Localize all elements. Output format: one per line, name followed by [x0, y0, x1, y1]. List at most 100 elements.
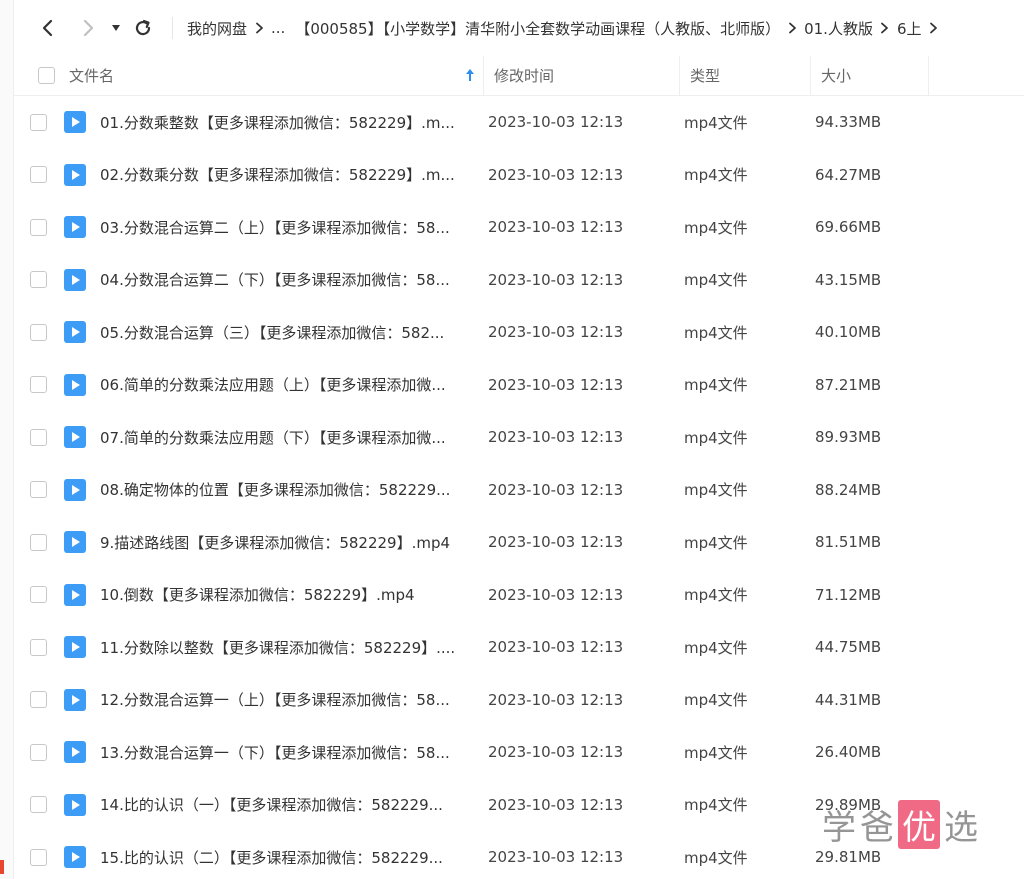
- chevron-left-icon: [42, 19, 53, 37]
- file-type: mp4文件: [684, 376, 748, 395]
- column-header-name[interactable]: 文件名: [14, 55, 484, 96]
- file-size: 44.31MB: [815, 690, 882, 709]
- table-row[interactable]: 05.分数混合运算（三）【更多课程添加微信：582... 2023-10-03 …: [14, 306, 1024, 359]
- video-file-icon: [64, 741, 86, 764]
- table-header: 文件名 修改时间 类型 大小: [14, 55, 1024, 96]
- watermark-highlight-char: 优: [898, 800, 940, 849]
- file-modified-time: 2023-10-03 12:13: [488, 743, 624, 762]
- file-modified-time: 2023-10-03 12:13: [488, 795, 624, 814]
- row-checkbox[interactable]: [30, 796, 47, 814]
- breadcrumb-item-edition[interactable]: 01.人教版: [804, 18, 873, 39]
- column-header-size-label: 大小: [821, 67, 852, 85]
- nav-divider: [172, 17, 173, 39]
- file-size: 26.40MB: [815, 743, 882, 762]
- file-name[interactable]: 13.分数混合运算一（下）【更多课程添加微信：58...: [100, 742, 478, 763]
- chevron-right-icon: [873, 22, 897, 34]
- row-checkbox[interactable]: [30, 848, 47, 866]
- file-size: 44.75MB: [815, 638, 882, 657]
- forward-button[interactable]: [74, 13, 104, 43]
- file-size: 87.21MB: [815, 375, 882, 394]
- watermark-char: 学: [822, 808, 856, 848]
- file-modified-time: 2023-10-03 12:13: [488, 480, 624, 499]
- file-name[interactable]: 14.比的认识（一）【更多课程添加微信：582229...: [100, 794, 478, 815]
- file-name[interactable]: 9.描述路线图【更多课程添加微信：582229】.mp4: [100, 532, 478, 553]
- file-type: mp4文件: [684, 271, 748, 290]
- breadcrumb-item-course[interactable]: 【000585】【小学数学】清华附小全套数学动画课程（人教版、北师版）: [295, 18, 780, 39]
- video-file-icon: [64, 321, 86, 344]
- file-name[interactable]: 03.分数混合运算二（上）【更多课程添加微信：58...: [100, 217, 478, 238]
- column-header-type[interactable]: 类型: [680, 55, 811, 96]
- select-all-checkbox[interactable]: [38, 67, 55, 84]
- file-modified-time: 2023-10-03 12:13: [488, 585, 624, 604]
- refresh-icon: [135, 19, 151, 36]
- table-row[interactable]: 07.简单的分数乘法应用题（下）【更多课程添加微... 2023-10-03 1…: [14, 411, 1024, 464]
- breadcrumb-item-current[interactable]: 6上: [897, 18, 922, 39]
- table-row[interactable]: 11.分数除以整数【更多课程添加微信：582229】.... 2023-10-0…: [14, 621, 1024, 674]
- column-header-size[interactable]: 大小: [811, 55, 929, 96]
- table-row[interactable]: 06.简单的分数乘法应用题（上）【更多课程添加微... 2023-10-03 1…: [14, 359, 1024, 412]
- video-file-icon: [64, 478, 86, 501]
- row-checkbox[interactable]: [30, 743, 47, 761]
- file-type: mp4文件: [684, 743, 748, 762]
- file-size: 88.24MB: [815, 480, 882, 499]
- video-file-icon: [64, 111, 86, 134]
- breadcrumb-item-collapsed[interactable]: ...: [271, 19, 285, 37]
- table-row[interactable]: 12.分数混合运算一（上）【更多课程添加微信：58... 2023-10-03 …: [14, 674, 1024, 727]
- video-file-icon: [64, 268, 86, 291]
- file-size: 64.27MB: [815, 165, 882, 184]
- history-dropdown-button[interactable]: [108, 13, 124, 43]
- row-checkbox[interactable]: [30, 638, 47, 656]
- file-modified-time: 2023-10-03 12:13: [488, 848, 624, 867]
- file-name[interactable]: 10.倒数【更多课程添加微信：582229】.mp4: [100, 584, 478, 605]
- file-size: 81.51MB: [815, 533, 882, 552]
- row-checkbox[interactable]: [30, 323, 47, 341]
- row-checkbox[interactable]: [30, 166, 47, 184]
- chevron-right-icon: [83, 19, 94, 37]
- video-file-icon: [64, 636, 86, 659]
- file-type: mp4文件: [684, 691, 748, 710]
- row-checkbox[interactable]: [30, 481, 47, 499]
- table-row[interactable]: 02.分数乘分数【更多课程添加微信：582229】.m... 2023-10-0…: [14, 149, 1024, 202]
- file-size: 29.81MB: [815, 848, 882, 867]
- back-button[interactable]: [32, 13, 62, 43]
- table-row[interactable]: 08.确定物体的位置【更多课程添加微信：582229... 2023-10-03…: [14, 464, 1024, 517]
- breadcrumb-item-root[interactable]: 我的网盘: [187, 18, 247, 39]
- video-file-icon: [64, 373, 86, 396]
- row-checkbox[interactable]: [30, 271, 47, 289]
- file-name[interactable]: 04.分数混合运算二（下）【更多课程添加微信：58...: [100, 269, 478, 290]
- file-name[interactable]: 05.分数混合运算（三）【更多课程添加微信：582...: [100, 322, 478, 343]
- row-checkbox[interactable]: [30, 376, 47, 394]
- file-browser: 我的网盘 ... 【000585】【小学数学】清华附小全套数学动画课程（人教版、…: [14, 0, 1024, 879]
- table-row[interactable]: 13.分数混合运算一（下）【更多课程添加微信：58... 2023-10-03 …: [14, 726, 1024, 779]
- file-size: 71.12MB: [815, 585, 882, 604]
- file-name[interactable]: 11.分数除以整数【更多课程添加微信：582229】....: [100, 637, 478, 658]
- sort-asc-icon[interactable]: [465, 68, 475, 82]
- table-row[interactable]: 04.分数混合运算二（下）【更多课程添加微信：58... 2023-10-03 …: [14, 254, 1024, 307]
- table-row[interactable]: 03.分数混合运算二（上）【更多课程添加微信：58... 2023-10-03 …: [14, 201, 1024, 254]
- row-checkbox[interactable]: [30, 691, 47, 709]
- file-name[interactable]: 01.分数乘整数【更多课程添加微信：582229】.m...: [100, 112, 478, 133]
- row-checkbox[interactable]: [30, 428, 47, 446]
- table-row[interactable]: 10.倒数【更多课程添加微信：582229】.mp4 2023-10-03 12…: [14, 569, 1024, 622]
- file-name[interactable]: 07.简单的分数乘法应用题（下）【更多课程添加微...: [100, 427, 478, 448]
- column-header-name-label: 文件名: [69, 67, 115, 85]
- video-file-icon: [64, 163, 86, 186]
- row-checkbox[interactable]: [30, 533, 47, 551]
- table-row[interactable]: 9.描述路线图【更多课程添加微信：582229】.mp4 2023-10-03 …: [14, 516, 1024, 569]
- file-name[interactable]: 12.分数混合运算一（上）【更多课程添加微信：58...: [100, 689, 478, 710]
- file-name[interactable]: 06.简单的分数乘法应用题（上）【更多课程添加微...: [100, 374, 478, 395]
- row-checkbox[interactable]: [30, 218, 47, 236]
- column-header-modified[interactable]: 修改时间: [484, 55, 680, 96]
- file-name[interactable]: 15.比的认识（二）【更多课程添加微信：582229...: [100, 847, 478, 868]
- file-size: 94.33MB: [815, 113, 882, 132]
- file-name[interactable]: 08.确定物体的位置【更多课程添加微信：582229...: [100, 479, 478, 500]
- row-checkbox[interactable]: [30, 113, 47, 131]
- video-file-icon: [64, 531, 86, 554]
- table-row[interactable]: 01.分数乘整数【更多课程添加微信：582229】.m... 2023-10-0…: [14, 96, 1024, 149]
- column-header-type-label: 类型: [690, 67, 721, 85]
- file-type: mp4文件: [684, 428, 748, 447]
- refresh-button[interactable]: [128, 13, 158, 43]
- row-checkbox[interactable]: [30, 586, 47, 604]
- file-name[interactable]: 02.分数乘分数【更多课程添加微信：582229】.m...: [100, 164, 478, 185]
- file-size: 43.15MB: [815, 270, 882, 289]
